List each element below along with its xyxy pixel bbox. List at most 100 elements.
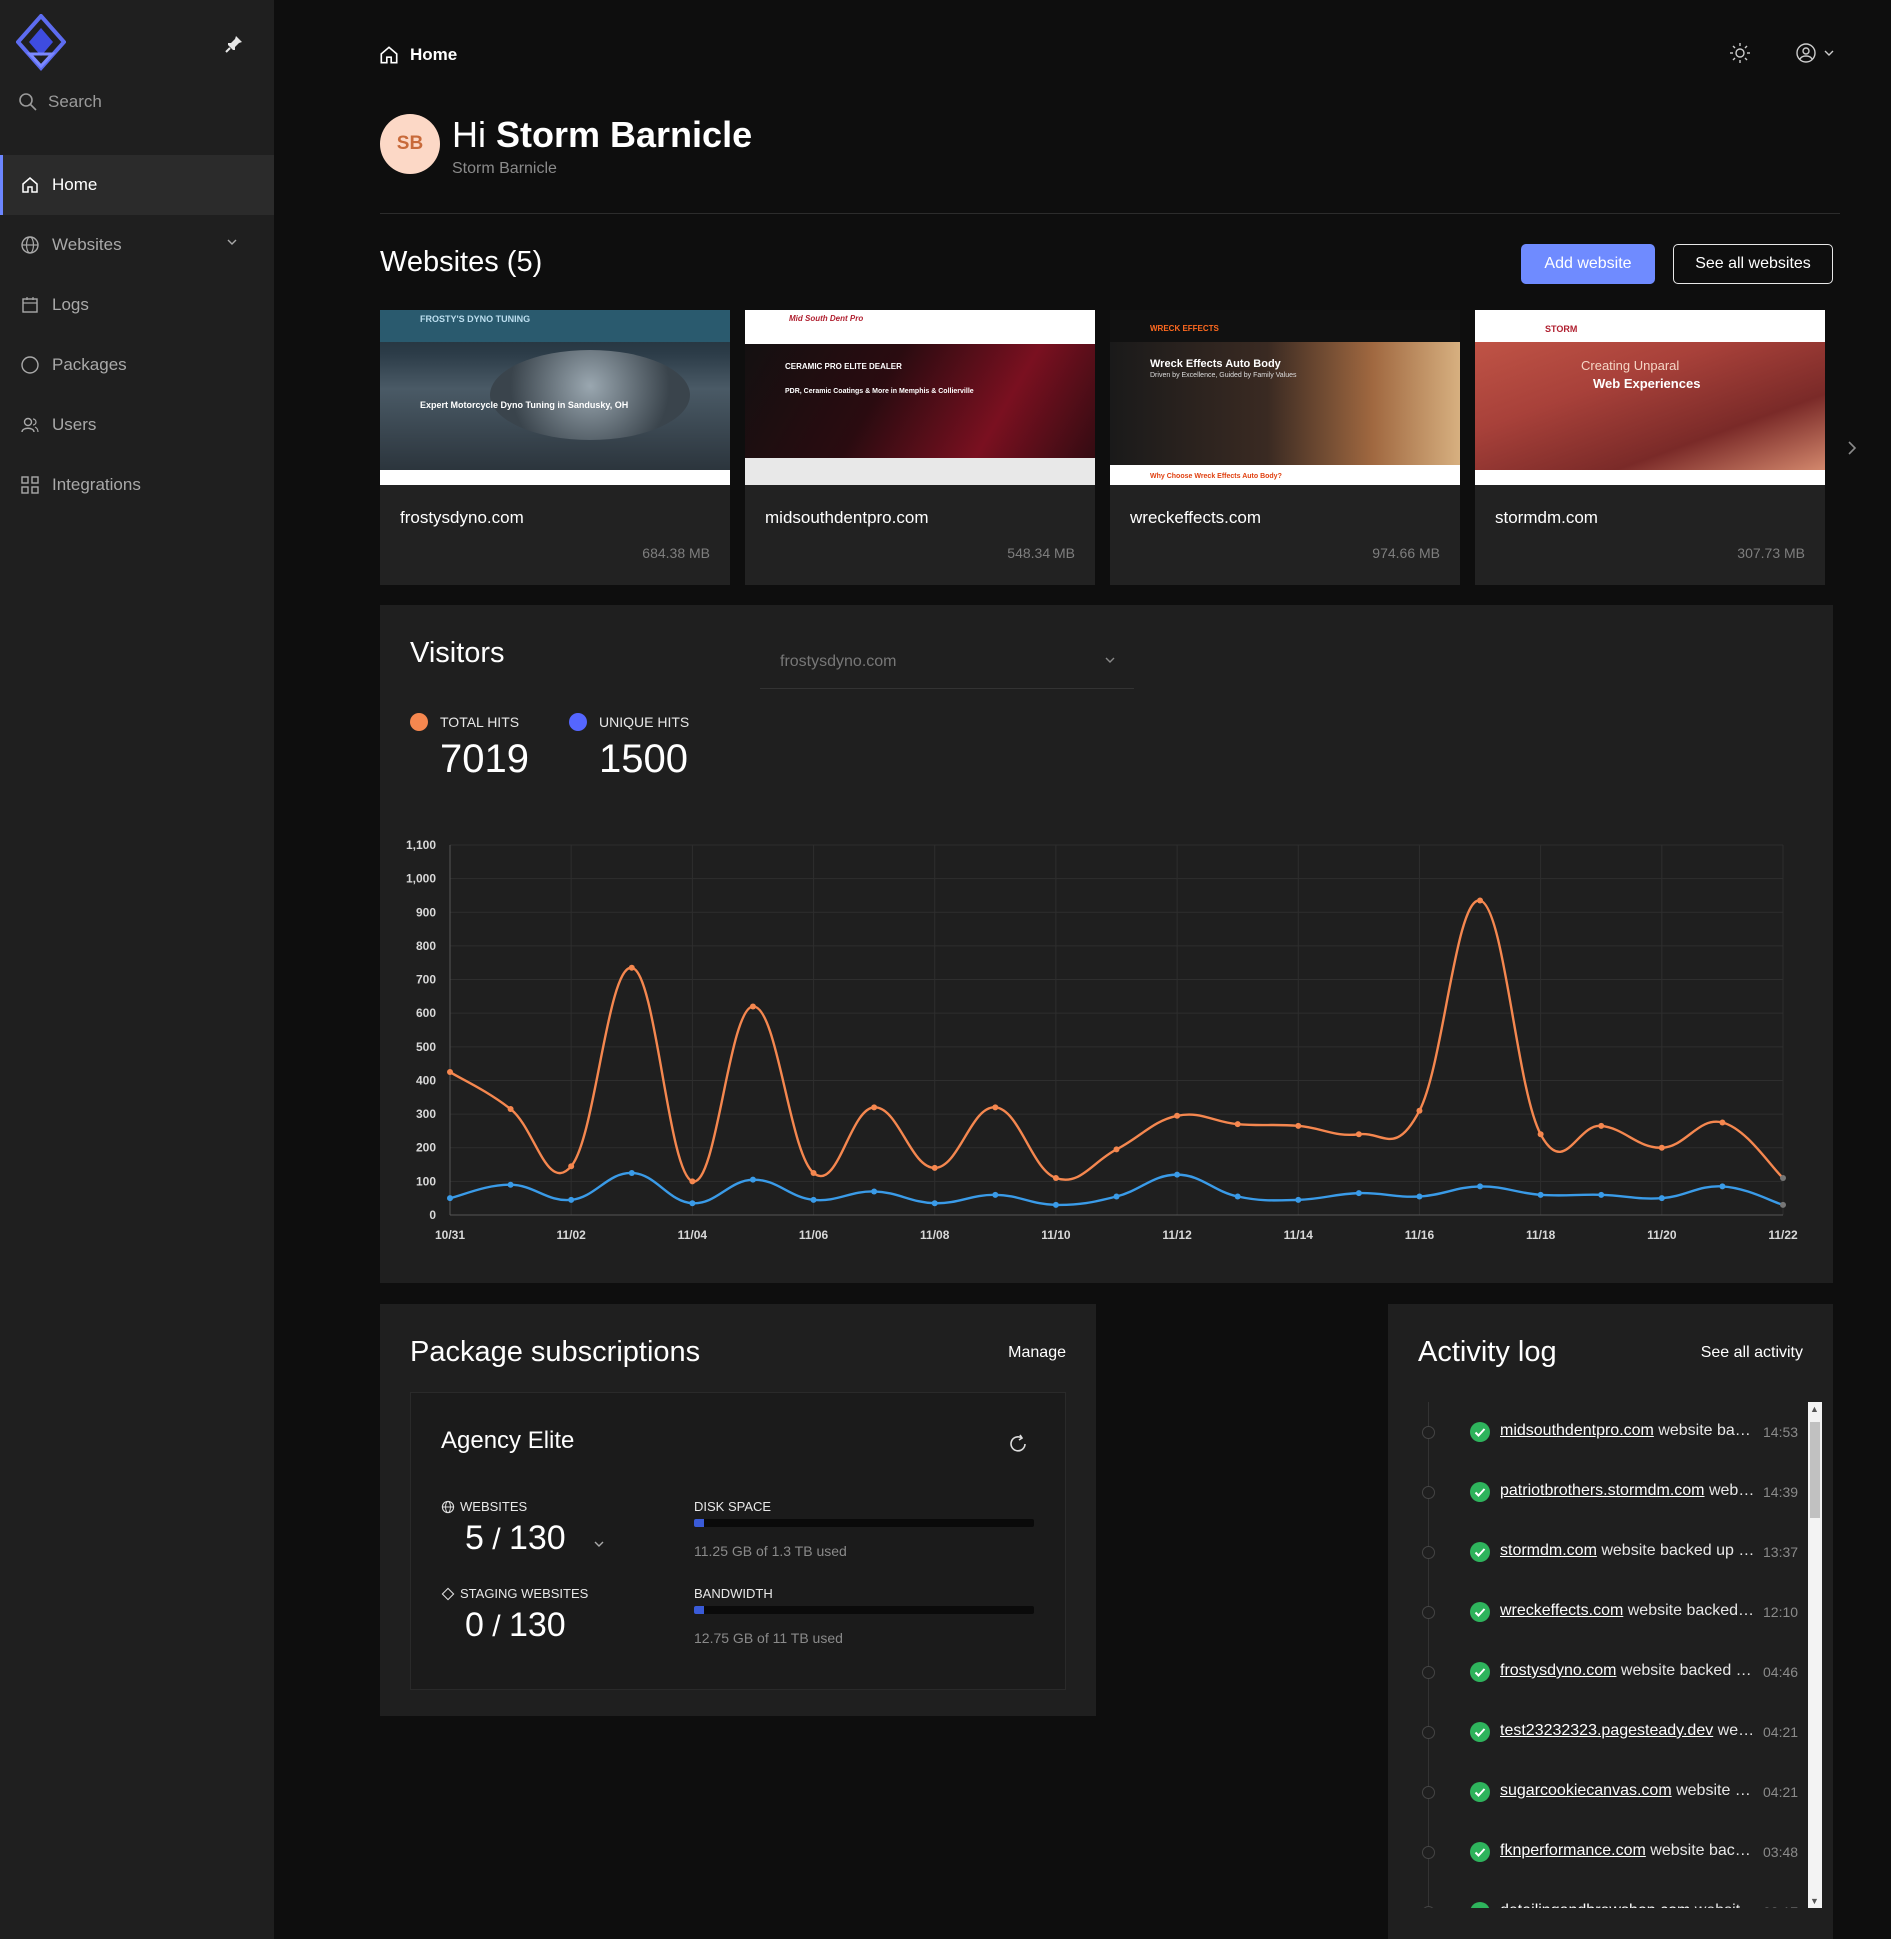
bandwidth-fill: [694, 1606, 704, 1614]
activity-site-link[interactable]: wreckeffects.com: [1500, 1602, 1623, 1619]
activity-site-link[interactable]: frostysdyno.com: [1500, 1662, 1616, 1679]
websites-quota-value[interactable]: 5 / 130: [465, 1519, 605, 1558]
scroll-up-icon[interactable]: ▲: [1810, 1404, 1819, 1414]
sidebar-item-users[interactable]: Users: [0, 395, 274, 455]
activity-site-link[interactable]: sugarcookiecanvas.com: [1500, 1782, 1672, 1799]
manage-button[interactable]: Manage: [1008, 1344, 1066, 1362]
data-point-total-hits: [689, 1178, 696, 1185]
data-point-total-hits: [810, 1169, 817, 1176]
sidebar-item-logs[interactable]: Logs: [0, 275, 274, 335]
data-point-total-hits: [992, 1104, 999, 1111]
visitors-title: Visitors: [410, 637, 505, 669]
thumb-sub: Driven by Excellence, Guided by Family V…: [1150, 372, 1297, 379]
disk-space-label: DISK SPACE: [694, 1499, 772, 1514]
visitors-panel: Visitors frostysdyno.com TOTAL HITS 7019…: [380, 605, 1833, 1283]
y-tick-label: 1,000: [406, 872, 436, 886]
data-point-unique-hits: [1598, 1191, 1605, 1198]
y-tick-label: 600: [416, 1006, 436, 1020]
sidebar-item-home[interactable]: Home: [0, 155, 274, 215]
sidebar-search[interactable]: Search: [18, 92, 102, 112]
website-name[interactable]: stormdm.com: [1495, 508, 1598, 528]
data-point-total-hits: [507, 1106, 514, 1113]
home-icon: [22, 177, 38, 193]
activity-site-link[interactable]: midsouthdentpro.com: [1500, 1422, 1654, 1439]
app-logo-icon[interactable]: [16, 14, 66, 76]
website-size: 684.38 MB: [642, 545, 710, 561]
thumb-brand: Mid South Dent Pro: [789, 314, 864, 323]
scroll-down-icon[interactable]: ▼: [1810, 1896, 1819, 1906]
sidebar-item-integrations[interactable]: Integrations: [0, 455, 274, 515]
data-point-total-hits: [1416, 1107, 1423, 1114]
activity-text: sugarcookiecanvas.com website backed up …: [1500, 1782, 1758, 1800]
user-menu-button[interactable]: [1795, 42, 1835, 64]
pin-icon[interactable]: [224, 34, 244, 54]
activity-text: patriotbrothers.stormdm.com website back…: [1500, 1482, 1758, 1500]
check-circle-icon: [1470, 1902, 1490, 1908]
activity-site-link[interactable]: fknperformance.com: [1500, 1842, 1646, 1859]
scrollbar-thumb[interactable]: [1810, 1422, 1820, 1518]
disk-space-bar: [694, 1519, 1034, 1527]
timeline-node: [1422, 1546, 1435, 1559]
activity-time: 03:48: [1763, 1844, 1799, 1860]
staging-quota-value: 0 / 130: [465, 1606, 566, 1644]
x-tick-label: 11/22: [1768, 1228, 1798, 1242]
website-card[interactable]: STORM Creating Unparal Web Experiences s…: [1475, 310, 1825, 585]
activity-site-link[interactable]: detailingandbrewshop.com: [1500, 1902, 1690, 1908]
activity-site-link[interactable]: patriotbrothers.stormdm.com: [1500, 1482, 1705, 1499]
activity-description: website backed up by system: [1627, 1602, 1758, 1619]
list-item: wreckeffects.com website backed up by sy…: [1418, 1582, 1818, 1642]
chevron-down-icon: [1824, 50, 1834, 56]
activity-text: fknperformance.com website backed up by …: [1500, 1842, 1758, 1860]
y-tick-label: 1,100: [406, 838, 436, 852]
package-card: Agency Elite WEBSITES 5 / 130 STAGING WE…: [410, 1392, 1066, 1690]
site-select[interactable]: frostysdyno.com: [760, 641, 1134, 689]
activity-scrollbar[interactable]: ▲ ▼: [1808, 1402, 1822, 1908]
activity-list[interactable]: midsouthdentpro.com website backed up by…: [1418, 1402, 1818, 1908]
home-icon[interactable]: [378, 44, 400, 66]
website-card[interactable]: FROSTY'S DYNO TUNING Expert Motorcycle D…: [380, 310, 730, 585]
data-point-unique-hits: [931, 1200, 938, 1207]
sidebar-item-websites[interactable]: Websites: [0, 215, 274, 275]
page-title: Hi Storm Barnicle: [452, 114, 752, 156]
divider: [380, 213, 1840, 214]
check-circle-icon: [1470, 1482, 1490, 1502]
data-point-total-hits: [1113, 1146, 1120, 1153]
visitors-line-chart: 0 100 200 300 400 500 600 700 800 900 1,000 1,100 10…: [406, 838, 1798, 1242]
add-website-button[interactable]: Add website: [1521, 244, 1655, 284]
data-point-total-hits: [1780, 1175, 1786, 1181]
data-point-total-hits: [1052, 1175, 1059, 1181]
activity-time: 04:46: [1763, 1664, 1799, 1680]
website-name[interactable]: frostysdyno.com: [400, 508, 524, 528]
activity-site-link[interactable]: stormdm.com: [1500, 1542, 1597, 1559]
check-circle-icon: [1470, 1422, 1490, 1442]
websites-total: 130: [508, 1519, 566, 1557]
website-card[interactable]: WRECK EFFECTS Wreck Effects Auto Body Dr…: [1110, 310, 1460, 585]
websites-used: 5: [465, 1519, 484, 1557]
theme-toggle-sun-icon[interactable]: [1729, 42, 1751, 64]
refresh-icon[interactable]: [1007, 1433, 1029, 1455]
chevron-right-icon[interactable]: [1846, 440, 1858, 456]
data-point-unique-hits: [1416, 1193, 1423, 1200]
check-circle-icon: [1470, 1602, 1490, 1622]
sidebar-item-packages[interactable]: Packages: [0, 335, 274, 395]
thumb-footer: Why Choose Wreck Effects Auto Body?: [1150, 473, 1282, 480]
website-name[interactable]: wreckeffects.com: [1130, 508, 1261, 528]
data-point-unique-hits: [1234, 1193, 1241, 1200]
activity-time: 03:17: [1763, 1904, 1798, 1908]
breadcrumb: Home: [378, 44, 457, 66]
activity-site-link[interactable]: test23232323.pagesteady.dev: [1500, 1722, 1713, 1739]
check-circle-icon: [1470, 1722, 1490, 1742]
x-tick-label: 11/16: [1405, 1228, 1435, 1242]
activity-time: 14:39: [1763, 1484, 1799, 1500]
bandwidth-note: 12.75 GB of 11 TB used: [694, 1630, 843, 1646]
see-all-activity-link[interactable]: See all activity: [1701, 1344, 1803, 1362]
user-circle-icon: [1796, 43, 1816, 63]
chevron-down-icon[interactable]: [226, 237, 238, 247]
site-select-value: frostysdyno.com: [780, 653, 897, 670]
website-card[interactable]: Mid South Dent Pro CERAMIC PRO ELITE DEA…: [745, 310, 1095, 585]
website-name[interactable]: midsouthdentpro.com: [765, 508, 928, 528]
websites-quota-label: WEBSITES: [441, 1499, 527, 1514]
see-all-websites-button[interactable]: See all websites: [1673, 244, 1833, 284]
data-point-unique-hits: [1658, 1195, 1665, 1202]
data-point-total-hits: [749, 1003, 756, 1010]
